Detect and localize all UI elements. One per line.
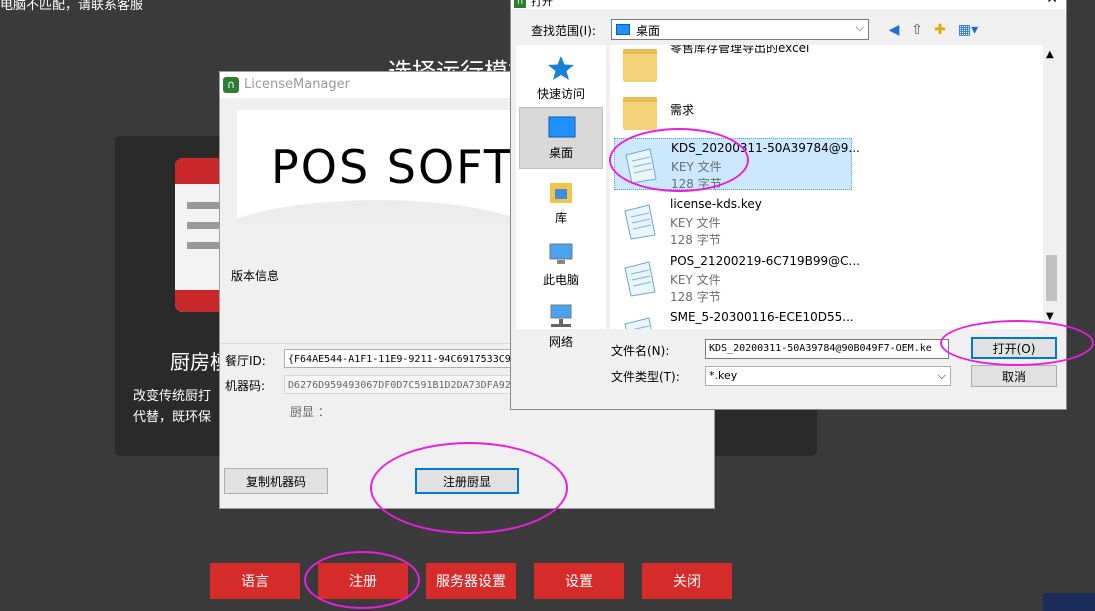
- close-icon[interactable]: ✕: [1046, 0, 1058, 7]
- kds-mode-description: 改变传统厨打 代替，既环保: [133, 389, 212, 425]
- star-icon: [548, 56, 574, 80]
- scroll-up-icon[interactable]: ▲: [1046, 49, 1054, 60]
- place-network[interactable]: 网络: [519, 297, 603, 357]
- language-button[interactable]: 语言: [210, 563, 300, 599]
- register-kds-button[interactable]: 注册厨显: [415, 468, 519, 494]
- look-in-label: 查找范围(I):: [531, 24, 596, 38]
- list-item[interactable]: license-kds.key KEY 文件 128 字节: [614, 195, 852, 247]
- license-manager-title: LicenseManager: [244, 77, 350, 92]
- notepad-file-icon: [624, 204, 656, 240]
- restaurant-id-label: 餐厅ID:: [225, 354, 266, 368]
- machine-code-label: 机器码:: [225, 379, 266, 393]
- machine-code-field[interactable]: D6276D959493067DF0D7C591B1D2DA73DFA92: [284, 375, 512, 394]
- open-button[interactable]: 打开(O): [971, 337, 1057, 359]
- list-item[interactable]: 零售库存管理导出的excel: [614, 45, 852, 89]
- version-info-label: 版本信息: [231, 269, 280, 283]
- computer-icon: [549, 243, 573, 264]
- up-folder-icon[interactable]: ⇧: [908, 21, 926, 39]
- notepad-file-icon: [624, 261, 656, 297]
- network-icon: [550, 304, 572, 327]
- app-icon: ∩: [223, 77, 239, 93]
- place-this-pc[interactable]: 此电脑: [519, 235, 603, 295]
- folder-icon: [623, 97, 657, 130]
- new-folder-icon[interactable]: ✚: [931, 21, 949, 39]
- list-item[interactable]: SME_5-20300116-ECE10D55...: [614, 308, 854, 329]
- place-desktop[interactable]: 桌面: [519, 107, 603, 169]
- places-bar: 快速访问 桌面 库 此电脑 网络: [516, 45, 606, 349]
- file-list: 零售库存管理导出的excel 需求 KDS_20200311-50A39784@…: [610, 45, 1050, 329]
- filetype-select[interactable]: *.key ⌵: [705, 366, 951, 386]
- library-icon: [550, 183, 572, 203]
- settings-button[interactable]: 设置: [534, 563, 624, 599]
- restaurant-id-field[interactable]: {F64AE544-A1F1-11E9-9211-94C6917533C9: [284, 349, 512, 368]
- place-quick-access[interactable]: 快速访问: [519, 49, 603, 109]
- server-settings-button[interactable]: 服务器设置: [426, 563, 516, 599]
- kds-mode-icon: [175, 158, 223, 312]
- place-library[interactable]: 库: [519, 173, 603, 233]
- chevron-down-icon: ⌵: [855, 21, 864, 34]
- dialog-title: 打开: [531, 0, 553, 8]
- notepad-file-icon: [624, 317, 652, 329]
- scroll-down-icon[interactable]: ▼: [1046, 311, 1054, 322]
- back-icon[interactable]: ◀: [885, 21, 903, 39]
- dialog-app-icon: ∩: [514, 0, 526, 8]
- filetype-label: 文件类型(T):: [611, 370, 680, 384]
- copy-machine-code-button[interactable]: 复制机器码: [224, 468, 328, 494]
- notepad-file-icon: [625, 148, 657, 184]
- close-button[interactable]: 关闭: [642, 563, 732, 599]
- desktop-icon: [616, 24, 630, 35]
- filename-label: 文件名(N):: [611, 344, 670, 358]
- list-item[interactable]: POS_21200219-6C719B99@C... KEY 文件 128 字节: [614, 252, 860, 304]
- register-button[interactable]: 注册: [318, 563, 408, 599]
- view-menu-icon[interactable]: ▦▾: [955, 21, 981, 39]
- brand-text: POS SOFT: [271, 140, 514, 194]
- brand-banner: POS SOFT: [237, 110, 527, 224]
- scroll-thumb[interactable]: [1046, 255, 1057, 301]
- desktop-icon: [548, 116, 576, 138]
- mismatch-notice: 电脑不匹配，请联系客服: [0, 0, 144, 13]
- cancel-button[interactable]: 取消: [971, 365, 1057, 387]
- chevron-down-icon: ⌵: [937, 369, 946, 382]
- look-in-value: 桌面: [636, 24, 661, 38]
- kds-label: 厨显 ：: [290, 405, 330, 419]
- list-item[interactable]: 需求: [614, 85, 852, 137]
- taskbar-corner: [1043, 593, 1095, 611]
- look-in-dropdown[interactable]: 桌面 ⌵: [611, 19, 869, 40]
- filename-input[interactable]: KDS_20200311-50A39784@90B049F7-OEM.ke: [705, 339, 949, 359]
- open-file-dialog: ∩ 打开 ✕ 查找范围(I): 桌面 ⌵ ◀ ⇧ ✚ ▦▾ 快速访问 桌面 库 …: [510, 0, 1067, 410]
- dialog-titlebar[interactable]: ∩ 打开 ✕: [511, 0, 1066, 9]
- file-list-scrollbar[interactable]: ▲ ▼: [1043, 45, 1060, 329]
- folder-icon: [623, 49, 657, 82]
- list-item-selected[interactable]: KDS_20200311-50A39784@9... KEY 文件 128 字节: [614, 138, 860, 191]
